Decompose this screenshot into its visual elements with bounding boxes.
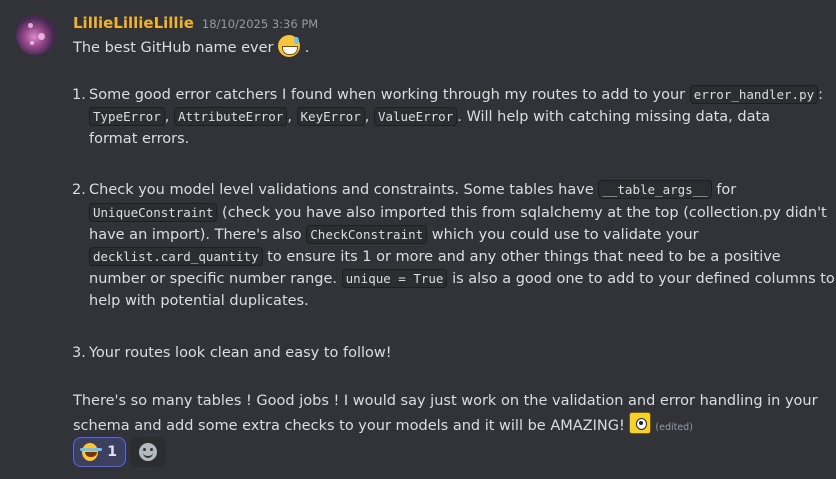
inline-code: AttributeError [173,107,288,126]
item1-line1: Some good error catchers I found when wo… [89,85,824,104]
reaction-count: 1 [107,444,117,460]
reaction-joy[interactable]: 1 [73,437,126,467]
inline-code: TypeError [89,107,165,126]
edited-label[interactable]: (edited) [655,422,693,433]
item1-line2: TypeError, AttributeError, KeyError, Val… [89,106,770,128]
inline-code: __table_args__ [598,180,712,199]
inline-code: unique = True [341,269,448,288]
inline-code: decklist.card_quantity [89,247,263,266]
username[interactable]: LillieLillieLillie [73,14,194,32]
grinning-sweat-emoji-icon[interactable] [278,35,301,57]
add-reaction-button[interactable] [130,437,166,467]
item3-line1: Your routes look clean and easy to follo… [89,345,392,361]
intro-text: The best GitHub name ever [73,40,279,56]
add-reaction-icon [139,443,157,461]
reactions-bar: 1 [73,437,166,467]
item2-line1: Check you model level validations and co… [89,180,737,199]
timestamp[interactable]: 18/10/2025 3:36 PM [202,17,318,31]
item2-line6: help with potential duplicates. [89,293,309,309]
closing-line2: schema and add some extra checks to your… [73,412,693,439]
chat-message: LillieLillieLillie 18/10/2025 3:36 PM Th… [0,0,836,479]
inline-code: error_handler.py [689,85,819,104]
joy-emoji-icon [79,443,103,461]
item2-line2: UniqueConstraint (check you have also im… [89,202,827,224]
avatar[interactable] [16,15,56,55]
list-number-2: 2. [72,182,86,198]
message-header: LillieLillieLillie 18/10/2025 3:36 PM [73,14,318,34]
inline-code: ValueError [373,107,458,126]
list-number-1: 1. [72,87,86,103]
item1-line3: format errors. [89,131,190,147]
item2-line4: decklist.card_quantity to ensure its 1 o… [89,246,781,268]
intro-trail: . [300,40,310,56]
list-number-3: 3. [72,345,86,361]
item2-line3: have an import). There's also CheckConst… [89,225,699,244]
inline-code: KeyError [296,107,365,126]
intro-line: The best GitHub name ever . [73,35,309,59]
item2-line5: number or specific number range. unique … [89,269,835,288]
closing-line1: There's so many tables ! Good jobs ! I w… [73,393,818,409]
inline-code: UniqueConstraint [89,203,218,222]
eye-sticker-icon[interactable] [629,412,652,434]
inline-code: CheckConstraint [306,225,428,244]
